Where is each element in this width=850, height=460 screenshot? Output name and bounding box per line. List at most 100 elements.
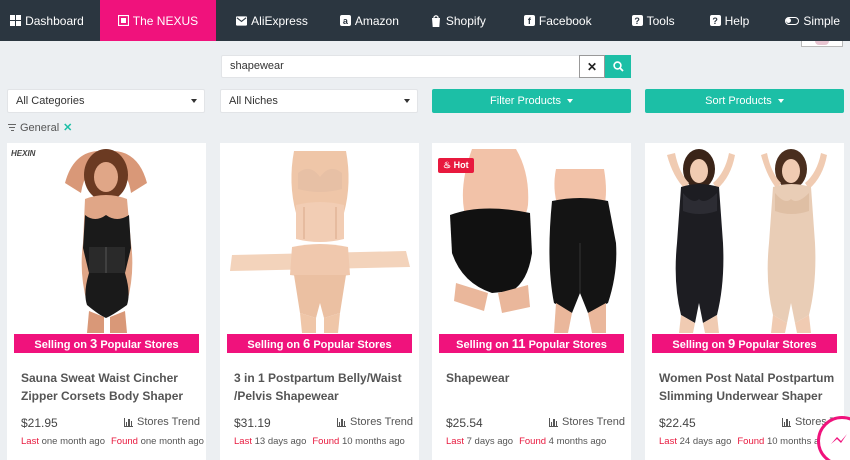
filter-lines-icon <box>8 123 16 132</box>
product-title[interactable]: 3 in 1 Postpartum Belly/Waist /Pelvis Sh… <box>234 369 414 405</box>
product-card[interactable]: Selling on 6 Popular Stores 3 in 1 Postp… <box>220 143 419 460</box>
found-value: one month ago <box>140 436 204 447</box>
bar-chart-icon <box>781 417 792 427</box>
nav-help[interactable]: ? Help <box>685 0 760 41</box>
last-value: 13 days ago <box>254 436 307 447</box>
product-photo <box>645 143 844 333</box>
niche-select[interactable]: All Niches <box>220 89 418 113</box>
product-price: $25.54 <box>446 416 483 430</box>
last-label: Last <box>446 436 464 447</box>
product-price: $22.45 <box>659 416 696 430</box>
stores-trend-link[interactable]: Stores Trend <box>336 416 413 428</box>
sort-products-button[interactable]: Sort Products <box>645 89 844 113</box>
product-dates: Last 24 days ago Found 10 months ago <box>659 436 830 447</box>
selling-banner: Selling on 6 Popular Stores <box>227 334 412 353</box>
banner-text: Popular Stores <box>735 339 817 351</box>
messenger-icon <box>831 434 847 444</box>
facebook-icon: f <box>523 15 535 26</box>
dropdown-tab[interactable] <box>801 41 843 47</box>
found-label: Found <box>111 436 138 447</box>
found-value: 10 months ago <box>341 436 405 447</box>
nav-label: Facebook <box>538 13 592 28</box>
product-dates: Last 7 days ago Found 4 months ago <box>446 436 606 447</box>
banner-text: Popular Stores <box>525 339 607 351</box>
brand-logo: HEXIN <box>11 149 36 158</box>
niche-value: All Niches <box>229 95 278 107</box>
category-select[interactable]: All Categories <box>7 89 205 113</box>
product-title[interactable]: Sauna Sweat Waist Cincher Zipper Corsets… <box>21 369 201 405</box>
nav-simple-toggle[interactable]: Simple <box>759 0 850 41</box>
nav-aliexpress[interactable]: AliExpress <box>216 0 318 41</box>
found-value: 4 months ago <box>548 436 607 447</box>
product-card[interactable]: HEXIN Selling on 3 Popular Stores Sauna … <box>7 143 206 460</box>
flame-icon: ♨ <box>443 160 452 170</box>
active-filter-tag: General ✕ <box>8 121 72 134</box>
banner-text: Selling on <box>456 339 512 351</box>
filter-products-label: Filter Products <box>490 95 561 107</box>
product-photo <box>220 143 419 333</box>
banner-text: Selling on <box>247 339 304 351</box>
found-label: Found <box>312 436 340 447</box>
mail-icon <box>236 15 248 26</box>
chevron-down-icon <box>404 99 410 103</box>
stores-trend-link[interactable]: Stores Trend <box>123 416 200 428</box>
last-label: Last <box>659 436 677 447</box>
banner-text: Popular Stores <box>310 339 392 351</box>
nav-dashboard[interactable]: Dashboard <box>0 0 100 41</box>
nav-label: Help <box>724 13 750 28</box>
banner-text: Popular Stores <box>97 339 179 351</box>
bar-chart-icon <box>123 417 134 427</box>
product-image[interactable]: ♨ Hot <box>432 143 631 333</box>
search-input[interactable]: shapewear <box>221 55 580 78</box>
chevron-down-icon <box>191 99 197 103</box>
bar-chart-icon <box>336 417 347 427</box>
found-label: Found <box>519 436 547 447</box>
product-image[interactable]: HEXIN <box>7 143 206 333</box>
grid-icon <box>10 15 22 26</box>
nav-tools[interactable]: ? Tools <box>602 0 685 41</box>
filter-products-button[interactable]: Filter Products <box>432 89 631 113</box>
product-image[interactable] <box>645 143 844 333</box>
last-value: one month ago <box>41 436 105 447</box>
product-dates: Last 13 days ago Found 10 months ago <box>234 436 405 447</box>
store-count: 11 <box>511 336 526 351</box>
nav-the-nexus[interactable]: The NEXUS <box>99 0 217 41</box>
shopify-bag-icon <box>431 14 442 27</box>
product-image[interactable] <box>220 143 419 333</box>
product-card[interactable]: ♨ Hot Selling on 11 Popular Stores Shape… <box>432 143 631 460</box>
selling-banner: Selling on 3 Popular Stores <box>14 334 199 353</box>
nav-label: Tools <box>646 13 675 28</box>
nav-facebook[interactable]: f Facebook <box>496 0 602 41</box>
product-title[interactable]: Women Post Natal Postpartum Slimming Und… <box>659 369 839 405</box>
category-value: All Categories <box>16 95 85 107</box>
nav-label: Simple <box>803 13 840 28</box>
nav-label: The NEXUS <box>132 13 199 28</box>
badge-label: Hot <box>453 160 469 170</box>
remove-filter-icon[interactable]: ✕ <box>63 121 72 134</box>
search-button[interactable] <box>605 55 631 78</box>
bar-chart-icon <box>548 417 559 427</box>
product-title[interactable]: Shapewear <box>446 369 626 387</box>
question-icon: ? <box>631 15 643 26</box>
banner-text: Selling on <box>34 339 91 351</box>
nav-amazon[interactable]: a Amazon <box>318 0 409 41</box>
hot-badge: ♨ Hot <box>438 158 474 173</box>
filter-tag-label: General <box>20 121 60 134</box>
nexus-icon <box>117 15 129 26</box>
trend-label: Stores Trend <box>350 416 413 428</box>
question-icon: ? <box>709 15 721 26</box>
clear-search-button[interactable]: ✕ <box>579 55 605 78</box>
product-card[interactable]: Selling on 9 Popular Stores Women Post N… <box>645 143 844 460</box>
stores-trend-link[interactable]: Stores Trend <box>548 416 625 428</box>
nav-label: Dashboard <box>25 13 84 28</box>
product-price: $21.95 <box>21 416 58 430</box>
nav-label: Amazon <box>354 13 399 28</box>
amazon-icon: a <box>339 15 351 26</box>
product-dates: Last one month ago Found one month ago <box>21 436 204 447</box>
selling-banner: Selling on 11 Popular Stores <box>439 334 624 353</box>
last-label: Last <box>234 436 252 447</box>
last-value: 7 days ago <box>466 436 514 447</box>
caret-down-icon <box>566 99 573 103</box>
nav-shopify[interactable]: Shopify <box>409 0 496 41</box>
last-value: 24 days ago <box>679 436 732 447</box>
